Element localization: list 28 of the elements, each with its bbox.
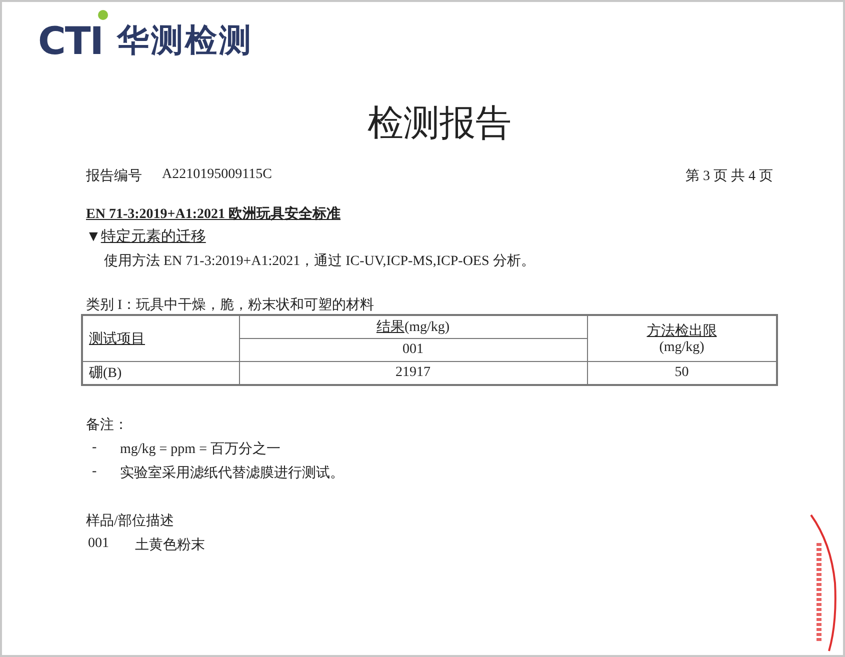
method-text: 使用方法 EN 71-3:2019+A1:2021，通过 IC-UV,ICP-MS,ICP-OES 分析。 [103, 252, 536, 270]
logo-name: 华测检测 [116, 20, 253, 61]
section-heading: 特定元素的迁移 [100, 229, 206, 246]
category-text: 类别 I：玩具中干燥，脆，粉末状和可塑的材料 [86, 296, 376, 314]
note-text: mg/kg = ppm = 百万分之一 [120, 440, 280, 458]
column-header: 结果(mg/kg) [376, 320, 450, 336]
standard-heading: EN 71-3:2019+A1:2021 欧洲玩具安全标准 [86, 207, 341, 222]
column-header: 方法检出限 [646, 324, 717, 339]
table-cell: 50 [674, 365, 689, 380]
column-subheader: 001 [402, 342, 424, 358]
note-text: 实验室采用滤纸代替滤膜进行测试。 [120, 464, 344, 482]
triangle-icon: ▼ [86, 229, 101, 246]
table-cell: 21917 [396, 365, 430, 380]
dot-icon [98, 10, 108, 20]
notes-heading: 备注： [86, 416, 129, 434]
report-number: A2210195009115C [162, 167, 272, 184]
note-bullet: - [92, 464, 98, 482]
column-unit: (mg/kg) [659, 340, 704, 355]
column-header: 测试项目 [89, 332, 145, 347]
report-title: 检测报告 [366, 102, 512, 145]
report-number-label: 报告编号 [86, 167, 142, 186]
sample-description: 土黄色粉末 [135, 536, 205, 554]
sample-id: 001 [88, 536, 109, 554]
logo-brand: CTI [38, 19, 103, 63]
sample-heading: 样品/部位描述 [86, 512, 175, 530]
table-cell: 硼(B) [89, 366, 122, 382]
note-bullet: - [92, 440, 98, 458]
page-number: 第 3 页 共 4 页 [686, 168, 773, 186]
